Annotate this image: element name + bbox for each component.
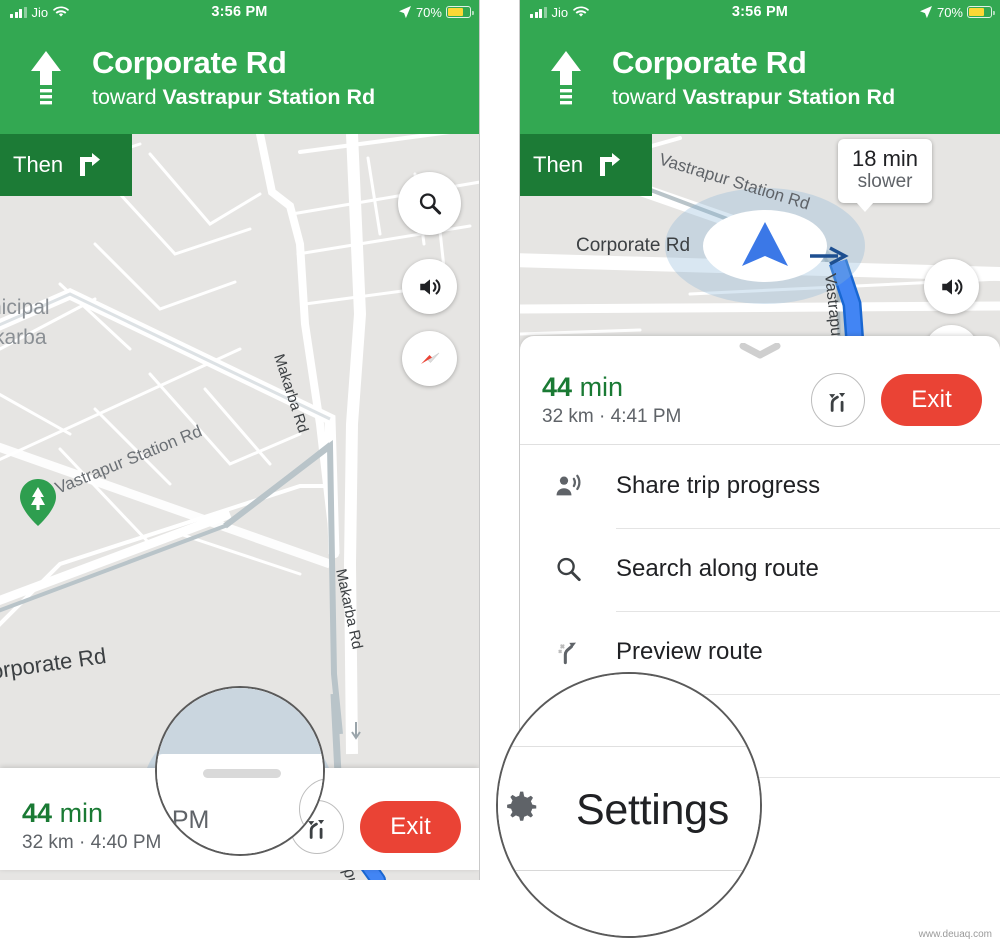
wifi-icon [53,6,70,17]
nav-street-name: Corporate Rd [92,45,287,81]
screenshot-canvas: Jio 3:56 PM 70% Corporate Rd toward Vast… [0,0,1000,948]
status-bar-clock: 3:56 PM [211,4,268,20]
eta-minutes-left: 44 [22,798,53,829]
menu-item-label: Search along route [616,555,819,583]
menu-item-search-along-route[interactable]: Search along route [520,527,1000,611]
status-bar-left-group-right: Jio [520,5,712,20]
status-bar-left-group: Jio [0,5,192,20]
nav-toward-prefix-right: toward [612,84,677,109]
cellular-bars-icon [530,6,547,18]
navigation-header-left: Corporate Rd toward Vastrapur Station Rd [0,24,479,134]
battery-percent-label-right: 70% [936,4,963,20]
menu-item-share-trip-progress[interactable]: Share trip progress [520,445,1000,528]
eta-unit-left: min [59,798,104,829]
magnifier-right-settings: Direc Settings [496,672,762,938]
share-trip-icon [520,470,616,502]
search-icon [520,554,616,584]
search-button-left[interactable] [398,172,461,235]
straight-arrow-icon [0,49,92,109]
straight-arrow-icon [520,49,612,109]
location-arrow-icon [919,6,932,19]
nav-toward-prefix: toward [92,84,157,109]
volume-icon [419,278,440,295]
carrier-label-right: Jio [551,4,569,20]
alt-route-duration: 18 min [852,146,919,171]
exit-button-left[interactable]: Exit [360,800,461,853]
magnified-gear-icon [498,784,542,835]
eta-row-right: 44 min 32 km · 4:41 PM Exit [520,359,1000,444]
alt-route-qualifier: slower [857,171,913,193]
battery-icon [445,6,474,18]
site-watermark: www.deuaq.com [918,929,992,940]
then-banner-right: Then [520,134,652,196]
eta-minutes-right: 44 [542,372,573,402]
magnified-drag-handle [203,769,281,778]
then-label-right: Then [533,152,584,177]
preview-route-icon [520,636,616,668]
cellular-bars-icon [10,6,27,18]
nav-toward-street: Vastrapur Station Rd [162,84,376,109]
magnified-eta-fragment: 0 PM [155,806,210,834]
navigation-header-right: Corporate Rd toward Vastrapur Station Rd [520,24,1000,134]
alternate-routes-icon [829,393,846,413]
nav-street-name-right: Corporate Rd [612,45,807,81]
menu-item-label: Share trip progress [616,472,821,500]
eta-detail-right: 32 km · 4:41 PM [542,405,682,427]
nav-toward-line: toward Vastrapur Station Rd [92,83,467,112]
turn-right-icon [80,153,101,176]
nav-toward-line-right: toward Vastrapur Station Rd [612,83,988,112]
svg-text:nicipal: nicipal [0,296,50,319]
eta-unit-right: min [579,372,624,402]
carrier-label: Jio [31,4,49,20]
alternate-routes-button-right[interactable] [811,373,866,428]
status-bar-right-group: 70% [287,5,479,20]
then-label: Then [13,152,64,177]
chevron-down-icon[interactable] [737,343,783,359]
status-bar-right-group-right: 70% [808,5,1000,20]
location-arrow-icon [398,6,411,19]
status-bar-right: Jio 3:56 PM 70% [520,0,1000,24]
turn-right-icon [600,153,621,176]
eta-text-right: 44 min 32 km · 4:41 PM [542,372,811,428]
eta-duration-right: 44 min [542,372,811,403]
svg-text:Corporate Rd: Corporate Rd [576,235,690,256]
svg-text:karba: karba [0,326,47,349]
sound-button-left[interactable] [402,259,457,314]
status-bar-left: Jio 3:56 PM 70% [0,0,479,24]
battery-percent-label: 70% [415,4,442,20]
badge-pointer [856,202,874,213]
sound-button-right[interactable] [924,259,979,314]
compass-icon [420,352,439,364]
nav-toward-street-right: Vastrapur Station Rd [682,84,896,109]
search-icon [419,193,442,215]
magnifier-left-drag-handle: 0 PM [155,686,325,856]
compass-button-left[interactable] [402,331,457,386]
volume-icon [941,278,962,295]
navigation-instruction-right: Corporate Rd toward Vastrapur Station Rd [612,46,1000,111]
status-bar-clock-right: 3:56 PM [731,4,789,20]
magnified-settings-label: Settings [576,786,729,834]
navigation-instruction-left: Corporate Rd toward Vastrapur Station Rd [92,46,479,111]
then-banner-left: Then [0,134,132,196]
alt-route-badge[interactable]: 18 min slower [838,139,933,213]
wifi-icon [573,6,590,17]
menu-item-label: Preview route [616,638,763,666]
exit-button-right[interactable]: Exit [881,374,982,427]
battery-icon [967,6,995,18]
